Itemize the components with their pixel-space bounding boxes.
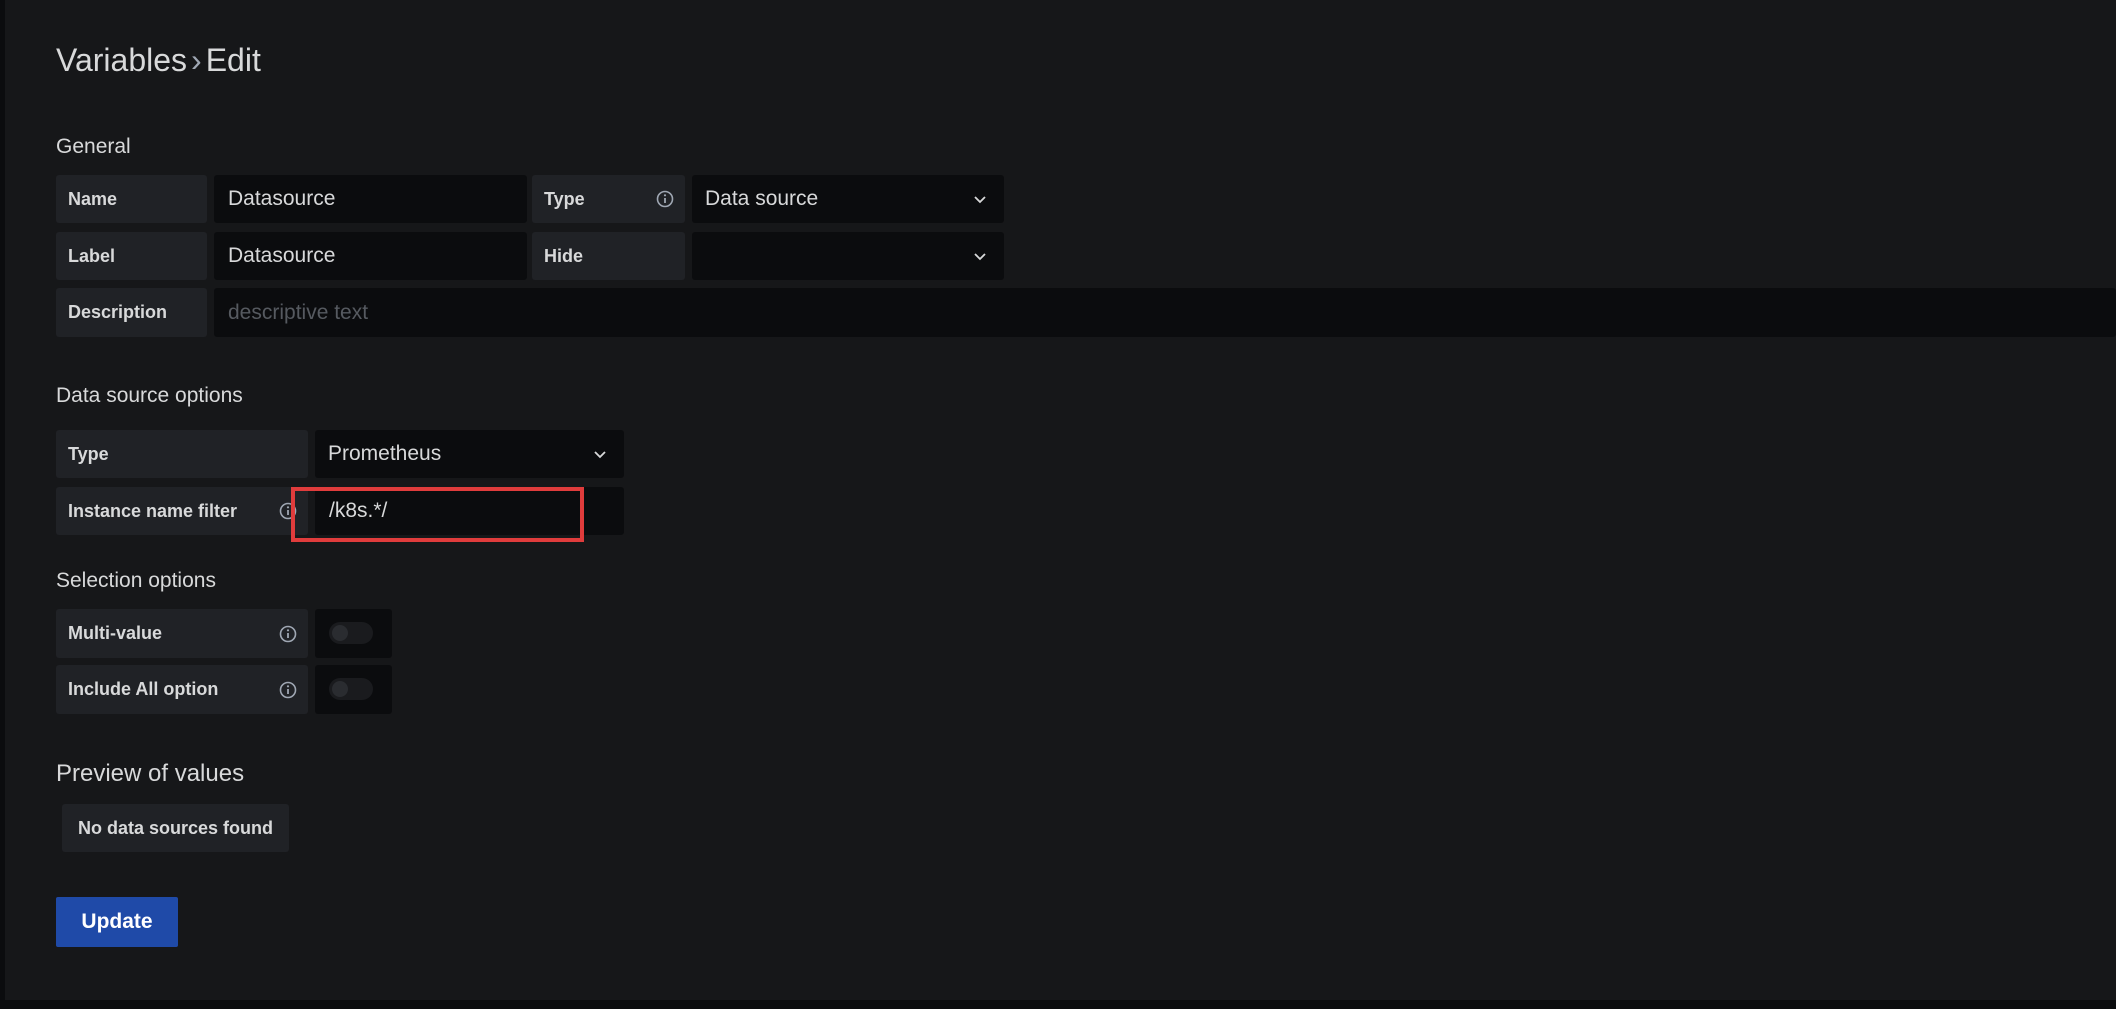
ds-type-label: Type xyxy=(56,430,308,478)
description-label: Description xyxy=(56,288,207,337)
name-input-value: Datasource xyxy=(228,187,336,210)
instance-filter-input[interactable]: /k8s.*/ xyxy=(315,487,624,535)
include-all-label: Include All option xyxy=(56,665,308,714)
selection-options-heading: Selection options xyxy=(56,569,216,592)
multi-value-label: Multi-value xyxy=(56,609,308,658)
description-input[interactable]: descriptive text xyxy=(214,288,2116,337)
multi-value-label-text: Multi-value xyxy=(68,623,163,643)
ds-type-label-text: Type xyxy=(68,443,109,464)
ds-type-select[interactable]: Prometheus xyxy=(315,430,624,478)
type-label: Type xyxy=(532,175,685,223)
instance-filter-label: Instance name filter xyxy=(56,487,308,535)
breadcrumb-separator: › xyxy=(191,42,202,78)
general-heading: General xyxy=(56,135,131,158)
breadcrumb-current: Edit xyxy=(205,42,261,78)
preview-empty-badge: No data sources found xyxy=(62,804,289,852)
description-label-text: Description xyxy=(68,302,168,322)
update-button[interactable]: Update xyxy=(56,897,178,947)
description-placeholder: descriptive text xyxy=(228,300,369,324)
label-input[interactable]: Datasource xyxy=(214,232,527,280)
chevron-down-icon xyxy=(972,248,988,264)
name-label: Name xyxy=(56,175,207,223)
hide-label-text: Hide xyxy=(544,245,584,266)
name-label-text: Name xyxy=(68,188,118,209)
label-label-text: Label xyxy=(68,245,116,266)
info-circle-icon[interactable] xyxy=(278,680,298,700)
type-select[interactable]: Data source xyxy=(692,175,1004,223)
include-all-toggle[interactable] xyxy=(315,665,392,714)
breadcrumb-parent[interactable]: Variables xyxy=(56,42,187,78)
info-circle-icon[interactable] xyxy=(278,501,298,521)
label-input-value: Datasource xyxy=(228,244,336,267)
type-label-text: Type xyxy=(544,188,585,209)
multi-value-switch-knob xyxy=(332,625,348,641)
include-all-switch[interactable] xyxy=(329,678,373,700)
label-label: Label xyxy=(56,232,207,280)
chevron-down-icon xyxy=(592,446,608,462)
hide-select[interactable] xyxy=(692,232,1004,280)
include-all-label-text: Include All option xyxy=(68,679,219,699)
instance-filter-label-text: Instance name filter xyxy=(68,500,238,521)
page-title: Variables › Edit xyxy=(56,42,261,79)
multi-value-toggle[interactable] xyxy=(315,609,392,658)
variable-edit-page: Variables › Edit General Name Datasource T… xyxy=(5,0,2116,1000)
name-input[interactable]: Datasource xyxy=(214,175,527,223)
type-select-value: Data source xyxy=(705,187,819,210)
ds-type-select-value: Prometheus xyxy=(328,442,442,465)
preview-heading: Preview of values xyxy=(56,760,245,787)
preview-empty-text: No data sources found xyxy=(77,817,274,838)
chevron-down-icon xyxy=(972,191,988,207)
info-circle-icon[interactable] xyxy=(278,624,298,644)
update-button-label: Update xyxy=(81,910,153,933)
datasource-options-heading: Data source options xyxy=(56,384,243,407)
hide-label: Hide xyxy=(532,232,685,280)
include-all-switch-knob xyxy=(332,681,348,697)
instance-filter-value: /k8s.*/ xyxy=(329,499,388,522)
info-circle-icon[interactable] xyxy=(655,189,675,209)
multi-value-switch[interactable] xyxy=(329,622,373,644)
